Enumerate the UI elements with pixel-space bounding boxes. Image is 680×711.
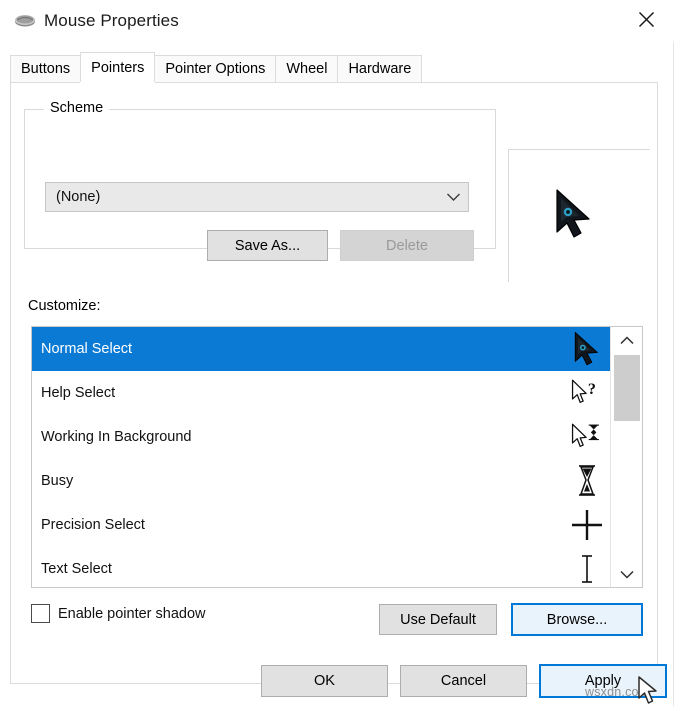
pointer-preview-box xyxy=(508,149,650,282)
chevron-down-icon[interactable] xyxy=(611,561,642,587)
title-bar: Mouse Properties xyxy=(0,0,680,42)
use-default-button-label: Use Default xyxy=(400,611,476,628)
mouse-icon xyxy=(14,12,36,30)
tab-strip: Buttons Pointers Pointer Options Wheel H… xyxy=(10,52,658,83)
list-item[interactable]: Help Select ? xyxy=(32,371,610,415)
cancel-button-label: Cancel xyxy=(440,673,487,689)
working-in-background-cursor-icon xyxy=(570,420,604,454)
enable-pointer-shadow-row[interactable]: Enable pointer shadow xyxy=(31,604,206,623)
list-item-label: Working In Background xyxy=(41,429,192,445)
apply-button-label: Apply xyxy=(584,673,622,689)
list-items: Normal Select Help Select ? Working In B… xyxy=(32,327,610,587)
normal-select-cursor-icon xyxy=(570,331,604,366)
window-right-edge xyxy=(673,42,680,706)
chevron-up-icon[interactable] xyxy=(611,327,642,353)
delete-button-label: Delete xyxy=(386,237,428,254)
svg-text:?: ? xyxy=(588,381,596,398)
scheme-groupbox-label: Scheme xyxy=(44,100,110,116)
window-title: Mouse Properties xyxy=(44,11,179,30)
enable-pointer-shadow-label: Enable pointer shadow xyxy=(58,605,206,622)
ok-button-label: OK xyxy=(314,673,335,689)
list-item-label: Help Select xyxy=(41,385,116,401)
list-item-label: Text Select xyxy=(41,561,112,577)
customize-label: Customize: xyxy=(28,298,101,314)
browse-button-label: Browse... xyxy=(546,611,608,628)
tab-pointers[interactable]: Pointers xyxy=(80,52,156,82)
list-item[interactable]: Text Select xyxy=(32,547,610,587)
chevron-down-icon xyxy=(438,192,468,202)
list-item-label: Precision Select xyxy=(41,517,145,533)
close-icon[interactable] xyxy=(624,2,668,36)
pointer-scheme-listbox[interactable]: Normal Select Help Select ? Working In B… xyxy=(31,326,643,588)
save-as-button-label: Save As... xyxy=(234,237,301,254)
list-item[interactable]: Precision Select xyxy=(32,503,610,547)
tab-label: Buttons xyxy=(21,61,71,77)
normal-select-cursor-icon xyxy=(551,188,597,245)
dialog-body: Buttons Pointers Pointer Options Wheel H… xyxy=(0,42,673,706)
text-ibeam-cursor-icon xyxy=(570,552,604,586)
save-as-button[interactable]: Save As... xyxy=(207,230,328,261)
tab-label: Wheel xyxy=(286,61,328,77)
precision-crosshair-cursor-icon xyxy=(570,508,604,542)
tab-pointer-options[interactable]: Pointer Options xyxy=(154,55,277,82)
scheme-groupbox xyxy=(24,109,496,249)
help-select-cursor-icon: ? xyxy=(570,376,604,410)
ok-button[interactable]: OK xyxy=(261,665,388,697)
list-item-label: Busy xyxy=(41,473,74,489)
browse-button[interactable]: Browse... xyxy=(511,603,643,636)
list-scrollbar[interactable] xyxy=(610,327,642,587)
tab-label: Pointers xyxy=(91,59,145,76)
scrollbar-thumb[interactable] xyxy=(614,355,640,421)
tab-hardware[interactable]: Hardware xyxy=(337,55,423,82)
scheme-combobox-value: (None) xyxy=(56,189,101,205)
busy-hourglass-cursor-icon xyxy=(570,464,604,498)
enable-pointer-shadow-checkbox[interactable] xyxy=(31,604,50,623)
cancel-button[interactable]: Cancel xyxy=(400,665,527,697)
list-item[interactable]: Working In Background xyxy=(32,415,610,459)
scheme-combobox[interactable]: (None) xyxy=(45,182,469,212)
tab-wheel[interactable]: Wheel xyxy=(275,55,339,82)
tab-label: Hardware xyxy=(348,61,412,77)
use-default-button[interactable]: Use Default xyxy=(379,604,497,635)
list-item-label: Normal Select xyxy=(41,341,133,357)
tab-label: Pointer Options xyxy=(165,61,266,77)
list-item[interactable]: Busy xyxy=(32,459,610,503)
apply-button[interactable]: Apply xyxy=(539,664,667,698)
tab-buttons[interactable]: Buttons xyxy=(10,55,82,82)
delete-button: Delete xyxy=(340,230,474,261)
list-item[interactable]: Normal Select xyxy=(32,327,610,371)
mouse-properties-window: Mouse Properties Buttons Pointers Pointe… xyxy=(0,0,680,706)
